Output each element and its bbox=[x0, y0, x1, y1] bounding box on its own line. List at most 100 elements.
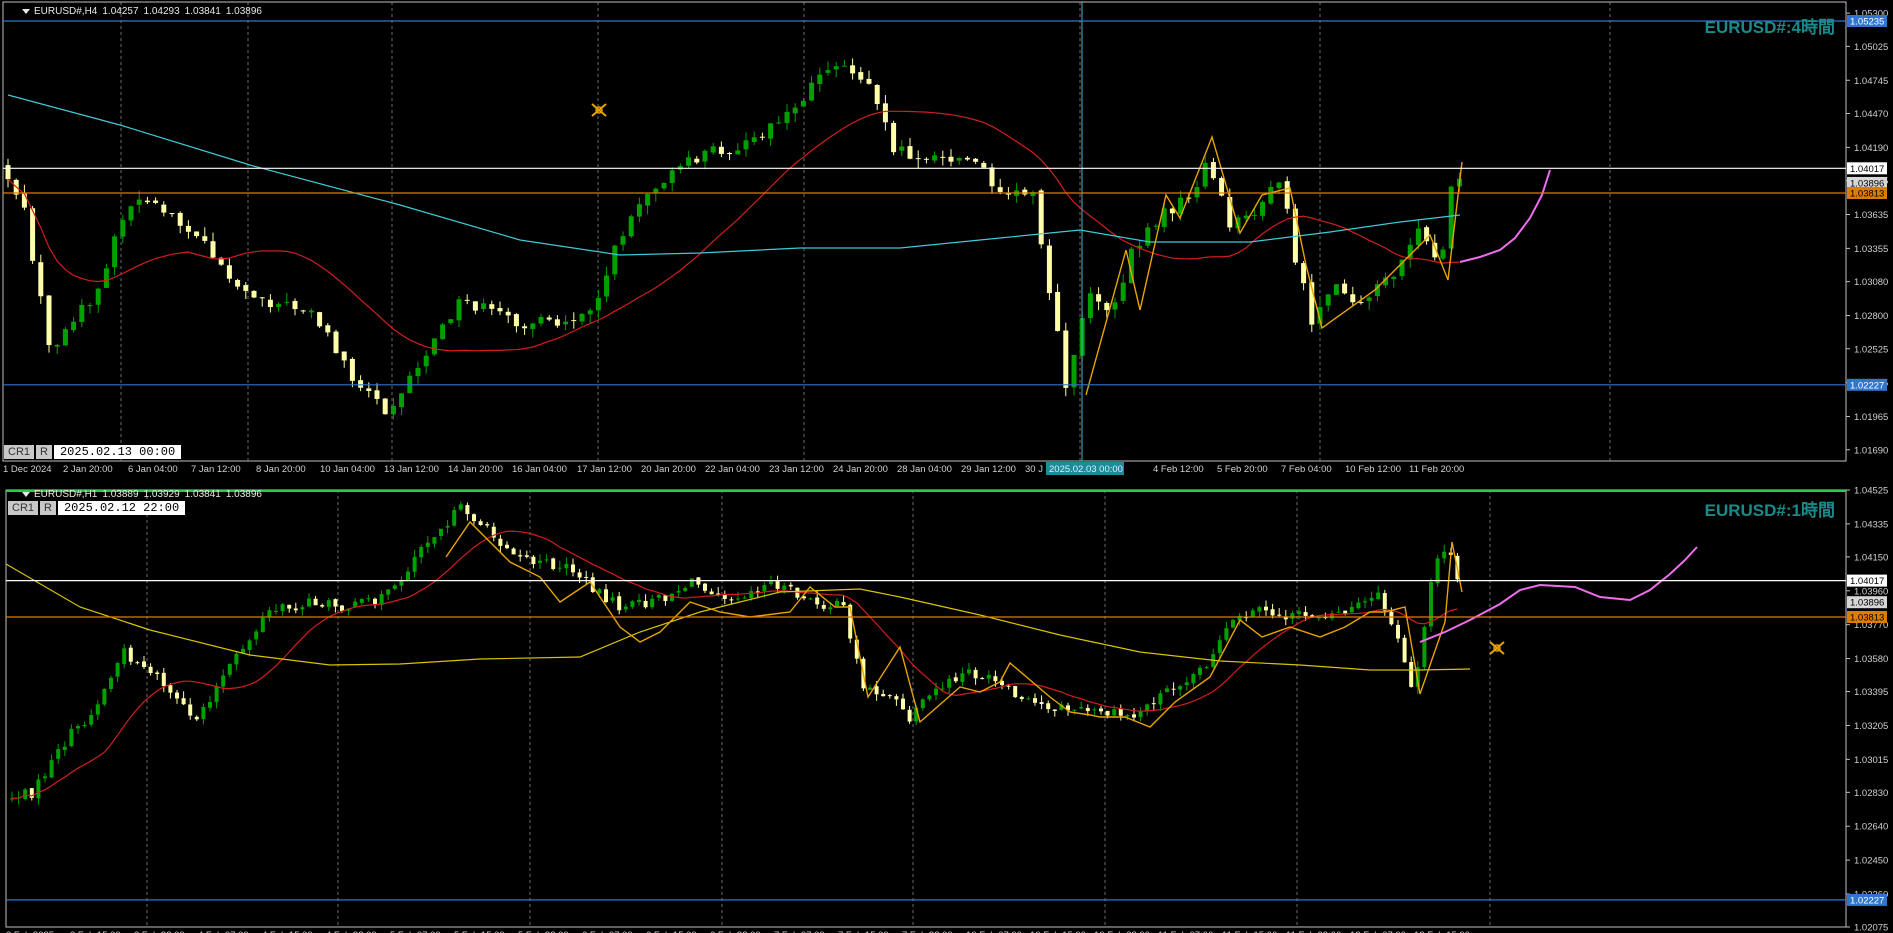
h1-candle-body bbox=[392, 585, 397, 589]
cr1-tag[interactable]: CR1 bbox=[4, 445, 35, 459]
h1-candle-body bbox=[703, 583, 707, 591]
h4-candle-body bbox=[1087, 293, 1093, 319]
h1-candle-body bbox=[656, 594, 661, 598]
h4-candle-body bbox=[423, 355, 429, 367]
h4-candle-body bbox=[932, 155, 938, 161]
h4-candle-body bbox=[177, 212, 183, 226]
h4-candle-body bbox=[489, 304, 495, 309]
h1-candle-body bbox=[175, 692, 179, 699]
h4-candle-body bbox=[1038, 190, 1044, 245]
h1-candle-body bbox=[155, 672, 160, 675]
h4-candle-body bbox=[940, 156, 946, 158]
h1-zigzag-line bbox=[445, 520, 1463, 728]
h1-candle-body bbox=[1270, 609, 1275, 616]
h4-candle-body bbox=[382, 398, 388, 415]
h4-candle-body bbox=[194, 231, 200, 237]
h1-candle-body bbox=[135, 662, 140, 664]
h4-candle-body bbox=[1022, 189, 1028, 195]
h1-candle-body bbox=[1019, 696, 1024, 699]
h4-x-tick-label: 2 Jan 20:00 bbox=[63, 464, 113, 475]
h4-x-tick-label: 30 J bbox=[1025, 464, 1043, 475]
h1-y-tick-label: 1.04525 bbox=[1854, 487, 1888, 497]
h1-candle-body bbox=[1079, 707, 1084, 709]
h4-chart-title: EURUSD#:4時間 bbox=[1704, 18, 1835, 37]
r-tag[interactable]: R bbox=[40, 501, 56, 515]
h4-x-tick-label: 13 Jan 12:00 bbox=[384, 464, 439, 475]
h4-chart-panel[interactable]: 1.053001.050251.047451.044701.041901.039… bbox=[0, 0, 1893, 487]
collapse-triangle-icon[interactable] bbox=[22, 491, 30, 497]
h4-candle-body bbox=[1391, 276, 1397, 279]
h4-x-tick-label: 6 Jan 04:00 bbox=[128, 464, 178, 475]
h1-candle-body bbox=[1158, 693, 1163, 705]
h1-candle-body bbox=[419, 546, 424, 558]
h1-candle-body bbox=[221, 675, 226, 687]
h4-candle-body bbox=[169, 213, 175, 215]
h1-chart-panel[interactable]: 1.04525 1.04335 1.04150 1.03960 1.03770 1.035… bbox=[0, 487, 1893, 933]
h1-candle-body bbox=[769, 580, 773, 585]
h4-candle-body bbox=[579, 313, 585, 322]
h1-candle-body bbox=[1217, 640, 1222, 654]
h4-candle-body bbox=[185, 225, 191, 232]
cr1-tag[interactable]: CR1 bbox=[8, 501, 39, 515]
collapse-triangle-icon[interactable] bbox=[22, 8, 30, 14]
h4-x-tick-label: 5 Feb 20:00 bbox=[1217, 464, 1268, 475]
h4-candle-body bbox=[448, 319, 454, 324]
h1-candle-body bbox=[1396, 624, 1400, 639]
h1-candle-body bbox=[254, 631, 259, 640]
h1-candle-body bbox=[630, 601, 635, 607]
h4-candle-body bbox=[546, 317, 552, 320]
h1-candle-body bbox=[122, 648, 127, 665]
h1-candle-body bbox=[841, 602, 846, 606]
h4-candle-body bbox=[825, 70, 831, 73]
h4-candle-body bbox=[989, 167, 995, 187]
h4-candle-body bbox=[317, 312, 323, 327]
h4-candle-body bbox=[243, 285, 249, 291]
h1-candle-body bbox=[544, 559, 549, 561]
h4-price-tag-label: 1.03813 bbox=[1850, 188, 1884, 199]
h4-candle-body bbox=[1210, 162, 1216, 179]
h1-candle-body bbox=[359, 599, 364, 603]
h4-candle-body bbox=[325, 325, 331, 333]
h1-candle-body bbox=[689, 578, 694, 587]
h1-candle-body bbox=[82, 724, 87, 727]
h1-candle-body bbox=[1039, 702, 1044, 705]
h4-candle-body bbox=[866, 78, 872, 84]
h1-candle-body bbox=[1435, 558, 1440, 584]
h1-candle-body bbox=[551, 558, 556, 570]
h1-candle-body bbox=[89, 715, 94, 725]
h1-price-tag-label: 1.03813 bbox=[1850, 612, 1884, 623]
h1-candle-body bbox=[1336, 611, 1341, 613]
r-tag[interactable]: R bbox=[36, 445, 52, 459]
h1-candle-body bbox=[62, 746, 67, 751]
h1-candle-body bbox=[1204, 667, 1209, 669]
h4-candle-body bbox=[440, 324, 446, 340]
h4-candle-body bbox=[981, 162, 987, 168]
h4-candle-body bbox=[1342, 283, 1348, 294]
h4-candle-body bbox=[505, 311, 511, 316]
h4-candle-body bbox=[710, 146, 716, 153]
h4-candle-body bbox=[538, 317, 544, 324]
h1-candle-body bbox=[1171, 688, 1176, 690]
h1-candle-body bbox=[617, 596, 622, 611]
h4-x-tick-label: 8 Jan 20:00 bbox=[256, 464, 306, 475]
h4-candle-body bbox=[800, 100, 806, 107]
h1-candle-body bbox=[340, 605, 344, 611]
h1-candle-body bbox=[1105, 710, 1110, 716]
h4-candle-body bbox=[653, 188, 659, 193]
h4-candle-body bbox=[874, 84, 880, 105]
h4-candle-body bbox=[1194, 187, 1200, 198]
h1-candle-body bbox=[1191, 673, 1196, 684]
h1-candle-body bbox=[247, 640, 252, 651]
h4-candle-body bbox=[833, 66, 839, 70]
h4-candle-body bbox=[251, 290, 257, 298]
h4-symbol: EURUSD#,H4 bbox=[34, 6, 98, 17]
h1-candle-body bbox=[1224, 628, 1229, 640]
h4-candle-body bbox=[103, 268, 109, 288]
h4-ma-slow-line bbox=[7, 94, 1461, 256]
h1-candle-body bbox=[782, 585, 787, 590]
h1-candle-body bbox=[868, 687, 872, 690]
h4-candle-body bbox=[54, 344, 60, 347]
h4-x-tick-label: 10 Jan 04:00 bbox=[320, 464, 375, 475]
h1-candle-body bbox=[69, 728, 74, 747]
h4-cursor-box: CR1 R 2025.02.13 00:00 bbox=[4, 445, 182, 459]
